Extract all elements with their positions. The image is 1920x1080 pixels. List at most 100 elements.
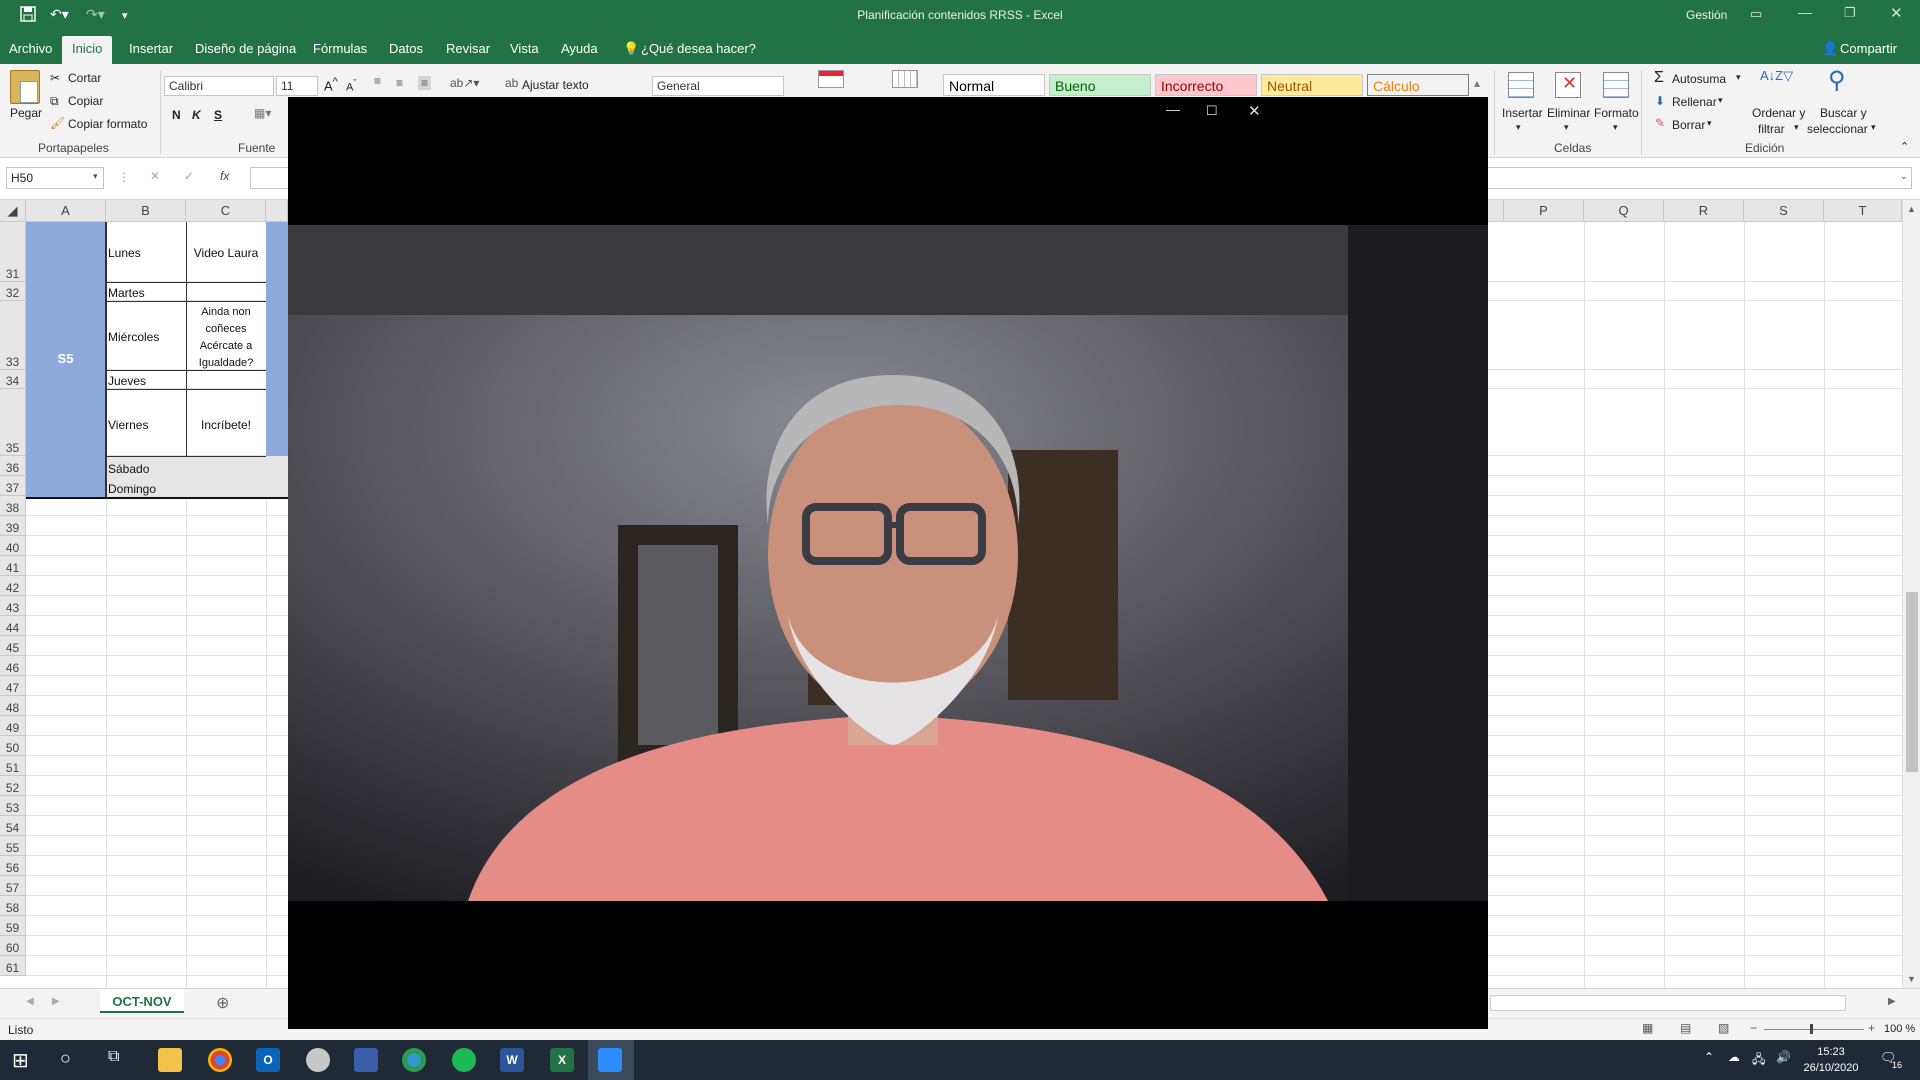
column-header-c[interactable]: C <box>186 200 266 222</box>
volume-icon[interactable]: 🔊 <box>1776 1050 1791 1064</box>
row-header[interactable]: 36 <box>0 456 26 476</box>
edge-icon[interactable] <box>402 1048 426 1072</box>
tab-vista[interactable]: Vista <box>510 41 539 56</box>
row-header[interactable]: 39 <box>0 516 26 536</box>
find-select-button-line2[interactable]: seleccionar <box>1807 122 1868 136</box>
shrink-font-icon[interactable]: Aˇ <box>346 78 356 94</box>
minimize-icon[interactable]: — <box>1798 4 1812 20</box>
day-jueves[interactable]: Jueves <box>108 374 146 388</box>
row-header[interactable]: 48 <box>0 696 26 716</box>
video-minimize-icon[interactable]: — <box>1166 101 1180 117</box>
confirm-entry-icon[interactable]: ✓ <box>184 169 194 183</box>
spotify-icon[interactable] <box>452 1048 476 1072</box>
video-app-icon[interactable] <box>598 1048 622 1072</box>
vertical-scrollbar[interactable]: ▲ ▼ <box>1902 200 1920 988</box>
horizontal-scrollbar[interactable] <box>1490 995 1846 1011</box>
sort-filter-button-line1[interactable]: Ordenar y <box>1752 106 1805 120</box>
tab-archivo[interactable]: Archivo <box>9 41 52 56</box>
paste-button[interactable]: Pegar <box>10 106 42 120</box>
column-header-b[interactable]: B <box>106 200 186 222</box>
tab-revisar[interactable]: Revisar <box>446 41 490 56</box>
tab-diseno-de-pagina[interactable]: Diseño de página <box>195 41 296 56</box>
tab-ayuda[interactable]: Ayuda <box>561 41 598 56</box>
wrap-text-button[interactable]: Ajustar texto <box>522 78 589 92</box>
zoom-out-icon[interactable]: − <box>1750 1021 1757 1035</box>
select-all-corner[interactable]: ◢ <box>0 200 26 222</box>
content-viernes[interactable]: Incríbete! <box>186 418 266 432</box>
day-martes[interactable]: Martes <box>108 286 145 300</box>
day-miercoles[interactable]: Miércoles <box>108 330 159 344</box>
ribbon-display-options-icon[interactable]: ▭ <box>1750 6 1762 22</box>
word-icon[interactable]: W <box>500 1048 524 1072</box>
onedrive-icon[interactable]: ☁ <box>1728 1050 1740 1064</box>
content-miercoles[interactable]: Ainda non coñeces Acércate a Igualdade? <box>186 304 266 372</box>
sheet-tab-oct-nov[interactable]: OCT-NOV <box>100 989 184 1013</box>
scroll-up-icon[interactable]: ▲ <box>1907 204 1916 214</box>
day-sabado[interactable]: Sábado <box>108 462 149 476</box>
video-close-icon[interactable]: ✕ <box>1248 102 1261 120</box>
style-bueno[interactable]: Bueno <box>1049 74 1151 96</box>
cut-icon[interactable]: ✂ <box>50 71 60 85</box>
number-format-combo[interactable]: General <box>652 76 784 96</box>
task-view-icon[interactable]: ⧉ <box>108 1048 119 1066</box>
page-break-icon[interactable]: ▧ <box>1718 1021 1729 1035</box>
row-header[interactable]: 42 <box>0 576 26 596</box>
row-header[interactable]: 38 <box>0 496 26 516</box>
orientation-icon[interactable]: ab↗▾ <box>450 76 479 90</box>
windows-start-icon[interactable]: ⊞ <box>12 1048 29 1073</box>
column-header-q[interactable]: Q <box>1584 200 1664 222</box>
delete-cells-button[interactable]: Eliminar <box>1547 106 1590 120</box>
style-incorrecto[interactable]: Incorrecto <box>1155 74 1257 96</box>
column-header-r[interactable]: R <box>1664 200 1744 222</box>
row-header[interactable]: 32 <box>0 282 26 301</box>
format-as-table-icon[interactable] <box>892 70 918 88</box>
grow-font-icon[interactable]: A^ <box>324 76 338 93</box>
show-hidden-icons-icon[interactable]: ⌃ <box>1704 1050 1714 1064</box>
row-header[interactable]: 44 <box>0 616 26 636</box>
row-header[interactable]: 58 <box>0 896 26 916</box>
column-header-d[interactable] <box>266 200 288 222</box>
fill-button[interactable]: Rellenar <box>1672 95 1717 109</box>
style-calculo[interactable]: Cálculo <box>1367 74 1469 96</box>
app-icon[interactable] <box>306 1048 330 1072</box>
tell-me-search[interactable]: ¿Qué desea hacer? <box>641 41 756 56</box>
autosum-icon[interactable]: Σ <box>1654 69 1664 87</box>
tab-inicio[interactable]: Inicio <box>62 36 113 64</box>
page-layout-icon[interactable]: ▤ <box>1680 1021 1691 1035</box>
row-header[interactable]: 60 <box>0 936 26 956</box>
add-sheet-icon[interactable]: ⊕ <box>216 993 229 1013</box>
align-middle-icon[interactable]: ≡ <box>396 76 403 90</box>
insert-cells-button[interactable]: Insertar <box>1502 106 1543 120</box>
column-header-p[interactable]: P <box>1504 200 1584 222</box>
excel-icon[interactable]: X <box>550 1048 574 1072</box>
network-icon[interactable]: 🖧 <box>1752 1050 1765 1071</box>
format-painter-button[interactable]: Copiar formato <box>68 117 147 131</box>
row-header[interactable]: 59 <box>0 916 26 936</box>
row-header[interactable]: 61 <box>0 956 26 976</box>
share-button[interactable]: Compartir <box>1840 41 1897 56</box>
tab-insertar[interactable]: Insertar <box>129 41 173 56</box>
file-explorer-icon[interactable] <box>158 1048 182 1072</box>
row-header[interactable]: 52 <box>0 776 26 796</box>
user-name[interactable]: Gestión <box>1686 8 1727 22</box>
tab-formulas[interactable]: Fórmulas <box>313 41 367 56</box>
clear-icon[interactable]: ✎ <box>1655 116 1665 130</box>
row-header[interactable]: 31 <box>0 222 26 282</box>
format-cells-button[interactable]: Formato <box>1594 106 1639 120</box>
row-header[interactable]: 50 <box>0 736 26 756</box>
video-call-window[interactable]: — ☐ ✕ <box>288 97 1488 1029</box>
video-maximize-icon[interactable]: ☐ <box>1206 103 1218 119</box>
style-normal[interactable]: Normal <box>943 74 1045 96</box>
row-header[interactable]: 57 <box>0 876 26 896</box>
delete-cells-icon[interactable]: ✕ <box>1555 72 1581 98</box>
tab-datos[interactable]: Datos <box>389 41 423 56</box>
style-neutral[interactable]: Neutral <box>1261 74 1363 96</box>
zoom-slider-handle[interactable] <box>1810 1024 1813 1034</box>
row-header[interactable]: 54 <box>0 816 26 836</box>
day-lunes[interactable]: Lunes <box>108 246 141 260</box>
styles-scroll-icon[interactable]: ▴ <box>1474 76 1480 90</box>
row-header[interactable]: 45 <box>0 636 26 656</box>
restore-icon[interactable]: ❐ <box>1844 5 1856 21</box>
chrome-icon[interactable] <box>208 1048 232 1072</box>
format-cells-icon[interactable] <box>1603 72 1629 98</box>
